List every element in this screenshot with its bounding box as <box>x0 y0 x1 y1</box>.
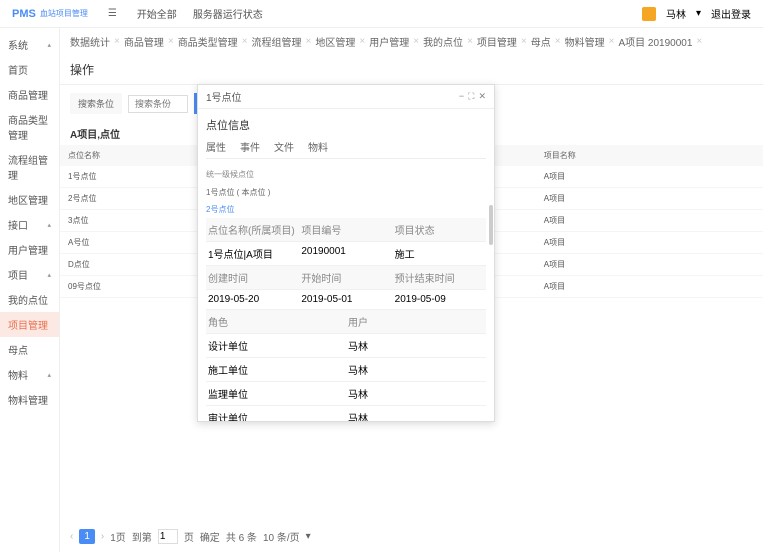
sidebar-item-material-mgmt[interactable]: 物料管理 <box>0 387 59 412</box>
username[interactable]: 马林 <box>666 6 686 21</box>
logo-subtitle: 血站项目管理 <box>40 8 88 19</box>
top-tab[interactable]: 服务器运行状态 <box>193 6 263 21</box>
sidebar-item-process[interactable]: 流程组管理 <box>0 147 59 187</box>
page-total: 1页 <box>110 529 126 544</box>
path-link[interactable]: 2号点位 <box>206 205 234 214</box>
prev-page-icon[interactable]: ‹ <box>70 531 73 542</box>
bc-item[interactable]: 商品管理 <box>124 34 164 49</box>
detail-modal: 1号点位 − ⛶ ✕ 点位信息 属性 事件 文件 物料 统一级候点位 1号点位 … <box>197 84 495 422</box>
sidebar-item-product-type[interactable]: 商品类型管理 <box>0 107 59 147</box>
page-jump-input[interactable] <box>158 529 178 544</box>
section-label: 统一级候点位 <box>206 165 486 184</box>
topbar: PMS 血站项目管理 ☰ 开始全部 服务器运行状态 马林 ▾ 退出登录 <box>0 0 763 28</box>
bc-item[interactable]: 流程组管理 <box>252 34 302 49</box>
sidebar-item-mypoint[interactable]: 我的点位 <box>0 287 59 312</box>
bc-item[interactable]: 商品类型管理 <box>178 34 238 49</box>
search-input[interactable] <box>128 95 188 113</box>
sidebar-item-system[interactable]: 系统▴ <box>0 32 59 57</box>
role-cell: 马林 <box>346 406 486 421</box>
sidebar-item-api[interactable]: 接口▴ <box>0 212 59 237</box>
chevron-up-icon: ▴ <box>47 41 51 49</box>
top-tab[interactable]: 开始全部 <box>137 6 177 21</box>
sidebar-item-project-mgmt[interactable]: 项目管理 <box>0 312 59 337</box>
path-current: 1号点位 ( 本点位 ) <box>206 184 486 201</box>
logout-link[interactable]: 退出登录 <box>711 6 751 21</box>
pagination: ‹ 1 › 1页 到第 页 确定 共 6 条 10 条/页 ▾ <box>70 529 311 544</box>
role-cell: 马林 <box>346 382 486 406</box>
sidebar: 系统▴ 首页 商品管理 商品类型管理 流程组管理 地区管理 接口▴ 用户管理 项… <box>0 28 60 552</box>
meta-grid: 点位名称(所属项目) 项目编号 项目状态 1号点位|A项目 20190001 施… <box>206 218 486 310</box>
th-project[interactable]: 项目名称 <box>536 145 763 166</box>
modal-title: 1号点位 <box>206 89 242 104</box>
modal-tabs: 属性 事件 文件 物料 <box>206 139 486 159</box>
modal-header[interactable]: 1号点位 − ⛶ ✕ <box>198 85 494 109</box>
search-label: 搜索条位 <box>70 93 122 114</box>
sidebar-item-parent[interactable]: 母点 <box>0 337 59 362</box>
avatar[interactable] <box>642 7 656 21</box>
top-right: 马林 ▾ 退出登录 <box>642 6 751 21</box>
chevron-up-icon: ▴ <box>47 371 51 379</box>
chevron-down-icon[interactable]: ▾ <box>696 8 701 19</box>
page-current[interactable]: 1 <box>79 529 95 544</box>
role-cell: 马林 <box>346 358 486 382</box>
bc-item[interactable]: 地区管理 <box>315 34 355 49</box>
sidebar-item-user[interactable]: 用户管理 <box>0 237 59 262</box>
maximize-icon[interactable]: ⛶ <box>468 91 474 102</box>
role-cell: 设计单位 <box>206 334 346 358</box>
bc-item[interactable]: 母点 <box>531 34 551 49</box>
role-cell: 施工单位 <box>206 358 346 382</box>
bc-item[interactable]: 数据统计 <box>70 34 110 49</box>
logo: PMS <box>12 8 36 20</box>
chevron-down-icon[interactable]: ▾ <box>306 531 311 542</box>
next-page-icon[interactable]: › <box>101 531 104 542</box>
page-title: 操作 <box>60 55 763 85</box>
tab-event[interactable]: 事件 <box>240 139 260 154</box>
bc-item[interactable]: 用户管理 <box>369 34 409 49</box>
info-title: 点位信息 <box>206 117 486 133</box>
chevron-up-icon: ▴ <box>47 271 51 279</box>
chevron-up-icon: ▴ <box>47 221 51 229</box>
tab-file[interactable]: 文件 <box>274 139 294 154</box>
modal-body: 点位信息 属性 事件 文件 物料 统一级候点位 1号点位 ( 本点位 ) 2号点… <box>198 109 494 421</box>
sidebar-item-home[interactable]: 首页 <box>0 57 59 82</box>
role-cell: 马林 <box>346 334 486 358</box>
page-size-select[interactable]: 10 条/页 <box>263 529 300 544</box>
role-cell: 审计单位 <box>206 406 346 421</box>
top-tabs: 开始全部 服务器运行状态 <box>137 6 263 21</box>
breadcrumb: 数据统计× 商品管理× 商品类型管理× 流程组管理× 地区管理× 用户管理× 我… <box>60 28 763 55</box>
page-confirm[interactable]: 确定 <box>200 529 220 544</box>
bc-item[interactable]: 项目管理 <box>477 34 517 49</box>
sidebar-item-project[interactable]: 项目▴ <box>0 262 59 287</box>
scrollbar-thumb[interactable] <box>489 205 493 245</box>
tab-material[interactable]: 物料 <box>308 139 328 154</box>
sidebar-item-product[interactable]: 商品管理 <box>0 82 59 107</box>
close-icon[interactable]: ✕ <box>478 91 486 102</box>
sidebar-item-region[interactable]: 地区管理 <box>0 187 59 212</box>
menu-toggle-icon[interactable]: ☰ <box>108 8 117 19</box>
page-total-count: 共 6 条 <box>226 529 257 544</box>
bc-item[interactable]: 我的点位 <box>423 34 463 49</box>
role-cell: 监理单位 <box>206 382 346 406</box>
sidebar-item-material[interactable]: 物料▴ <box>0 362 59 387</box>
bc-item[interactable]: A项目 20190001 <box>618 34 692 49</box>
tab-attr[interactable]: 属性 <box>206 139 226 154</box>
bc-item[interactable]: 物料管理 <box>565 34 605 49</box>
roles-grid: 角色 用户 <box>206 310 486 334</box>
minimize-icon[interactable]: − <box>459 91 464 102</box>
